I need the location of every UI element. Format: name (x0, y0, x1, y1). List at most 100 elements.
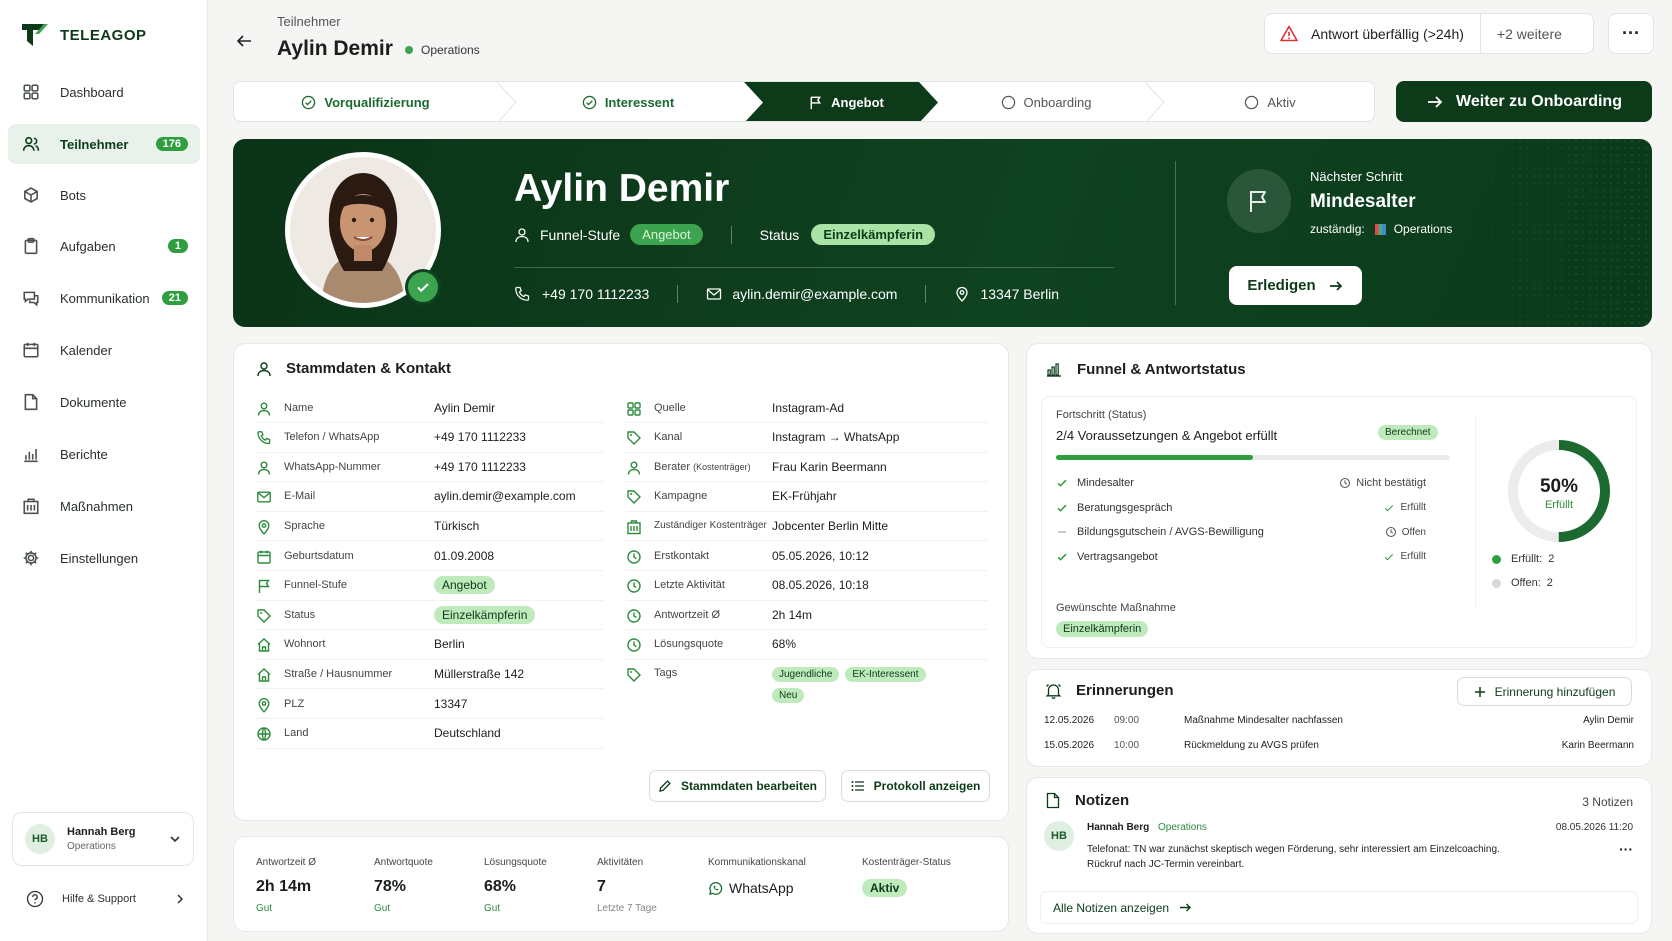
requirement-status-text: Erfüllt (1400, 551, 1426, 562)
requirement-row: Bildungsgutschein / AVGS-Bewilligung Offe… (1056, 526, 1426, 538)
step-aktiv[interactable]: Aktiv (1164, 82, 1374, 121)
note-team: Operations (1158, 822, 1207, 833)
requirement-row: Beratungsgespräch Erfüllt (1056, 502, 1426, 514)
sidebar-item-kommunikation[interactable]: Kommunikation 21 (8, 278, 200, 318)
requirement-status-text: Offen (1401, 526, 1426, 538)
hero-location: 13347 Berlin (980, 286, 1060, 302)
field-label: Tags (654, 667, 678, 680)
more-options-button[interactable]: ··· (1608, 13, 1654, 54)
tag-icon (626, 430, 641, 446)
reminders-card: Erinnerungen Erinnerung hinzufügen 12.05… (1026, 669, 1652, 767)
status-pill: Einzelkämpferin (811, 224, 936, 245)
sidebar-item-dashboard[interactable]: Dashboard (8, 72, 200, 112)
reminder-date: 15.05.2026 (1044, 740, 1095, 751)
step-angebot[interactable]: Angebot (754, 82, 938, 121)
reminder-row[interactable]: 12.05.2026 09:00 Maßnahme Mindesalter nach… (1044, 715, 1634, 733)
calendar-icon (256, 549, 271, 564)
donut-value: 50% (1539, 476, 1579, 497)
document-icon (1046, 792, 1060, 809)
field-value: 05.05.2026, 10:12 (772, 548, 869, 563)
reminder-person: Aylin Demir (1583, 715, 1634, 726)
field-value: Instagram-Ad (772, 400, 845, 415)
field-row: Land Deutschland (256, 719, 604, 749)
building-icon (22, 497, 40, 515)
note-more-icon[interactable]: ··· (1619, 841, 1633, 857)
hero-email[interactable]: aylin.demir@example.com (732, 286, 897, 302)
clock-icon (1385, 526, 1397, 538)
all-notes-link[interactable]: Alle Notizen anzeigen (1040, 891, 1638, 924)
field-value: +49 170 1112233 (434, 459, 526, 474)
sidebar-item-label: Einstellungen (60, 550, 139, 566)
requirement-row: Mindesalter Nicht bestätigt (1056, 477, 1426, 489)
show-log-button[interactable]: Protokoll anzeigen (841, 770, 990, 802)
user-menu[interactable]: HB Hannah Berg Operations (12, 812, 194, 866)
alert-more-link[interactable]: +2 weitere (1497, 26, 1562, 42)
user-icon (626, 460, 641, 475)
sidebar-item-dokumente[interactable]: Dokumente (8, 382, 200, 422)
field-row: Geburtsdatum 01.09.2008 (256, 541, 604, 571)
progress-track (1056, 455, 1450, 460)
complete-step-button[interactable]: Erledigen (1229, 266, 1362, 305)
field-label: Geburtsdatum (284, 549, 354, 562)
participant-name: Aylin Demir (514, 167, 730, 210)
clipboard-icon (22, 237, 40, 255)
sidebar-item-teilnehmer[interactable]: Teilnehmer 176 (8, 124, 200, 164)
add-reminder-button[interactable]: Erinnerung hinzufügen (1457, 677, 1632, 706)
reminder-row[interactable]: 15.05.2026 10:00 Rückmeldung zu AVGS prüfe… (1044, 740, 1634, 758)
sidebar-item-berichte[interactable]: Berichte (8, 434, 200, 474)
sidebar-item-bots[interactable]: Bots (8, 175, 200, 215)
help-support-link[interactable]: Hilfe & Support (26, 890, 186, 908)
sidebar-item-label: Berichte (60, 446, 108, 462)
pencil-icon (659, 780, 671, 792)
sidebar-item-label: Kalender (60, 342, 113, 358)
field-label-wrap: Zuständiger Kostenträger (654, 520, 772, 531)
sidebar-item-kalender[interactable]: Kalender (8, 330, 200, 370)
sidebar-item-aufgaben[interactable]: Aufgaben 1 (8, 226, 200, 266)
sidebar-item-einstellungen[interactable]: Einstellungen (8, 538, 200, 578)
kpi-status-pill: Aktiv (862, 879, 908, 897)
back-arrow-icon[interactable] (235, 32, 253, 50)
flag-icon (808, 95, 823, 110)
overdue-alert[interactable]: Antwort überfällig (>24h) +2 weitere (1264, 13, 1594, 54)
kpi-label: Kommunikationskanal (708, 857, 806, 868)
hero-divider (514, 267, 1114, 268)
mail-icon (256, 489, 271, 503)
requirement-status: Offen (1385, 526, 1426, 538)
field-row: Erstkontakt 05.05.2026, 10:12 (626, 541, 988, 571)
team-indicator: Operations (405, 43, 480, 57)
legend-value: 2 (1548, 553, 1555, 565)
reminder-time: 09:00 (1114, 715, 1140, 726)
step-interessent[interactable]: Interessent (504, 82, 752, 121)
step-vorqualifizierung[interactable]: Vorqualifizierung (234, 82, 497, 121)
field-label: Kampagne (654, 490, 708, 503)
clock-icon (626, 637, 641, 652)
field-value: Jobcenter Berlin Mitte (772, 518, 889, 533)
breadcrumb[interactable]: Teilnehmer (277, 14, 341, 29)
status-dot (405, 46, 413, 54)
master-data-card: Stammdaten & Kontakt Name Aylin Demir Tele… (233, 343, 1009, 821)
edit-master-data-button[interactable]: Stammdaten bearbeiten (649, 770, 826, 802)
step-onboarding[interactable]: Onboarding (938, 82, 1154, 121)
user-icon (515, 227, 529, 242)
next-stage-button[interactable]: Weiter zu Onboarding (1396, 81, 1652, 122)
field-row: Sprache Türkisch (256, 511, 604, 542)
field-label: Status (284, 608, 316, 621)
next-step-icon-circle (1227, 169, 1291, 233)
note-author-avatar: HB (1044, 821, 1074, 851)
sidebar-item-massnahmen[interactable]: Maßnahmen (8, 486, 200, 526)
requirement-label: Beratungsgespräch (1077, 501, 1173, 514)
sidebar-item-label: Dashboard (60, 84, 124, 100)
hero-phone[interactable]: +49 170 1112233 (542, 286, 649, 302)
hero-contact-row: +49 170 1112233 aylin.demir@example.com … (514, 285, 1059, 303)
chat-icon (22, 289, 40, 307)
app-logo[interactable]: TELEAGOP (20, 20, 147, 50)
check-icon (1383, 502, 1395, 514)
note-line-1: Telefonat: TN war zunächst skeptisch weg… (1087, 844, 1500, 855)
reminder-person: Karin Beermann (1561, 740, 1634, 751)
field-value: 13347 (434, 696, 468, 711)
dash-icon (1056, 526, 1068, 538)
page-title: Aylin Demir (277, 37, 393, 60)
field-value: 68% (772, 637, 797, 652)
field-label: Letzte Aktivität (654, 579, 725, 592)
field-label-wrap: Letzte Aktivität (654, 579, 772, 591)
